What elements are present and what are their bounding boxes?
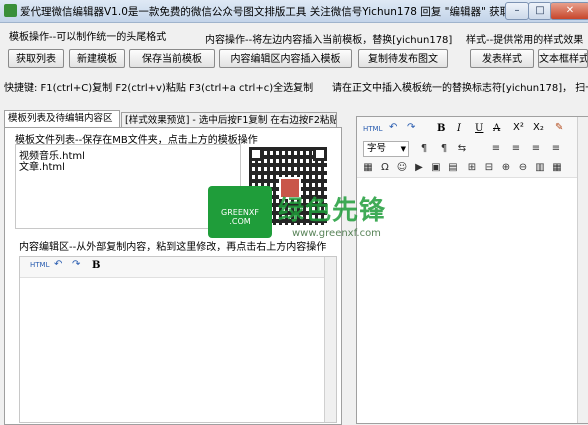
left-panel: 模板文件列表--保存在MB文件夹，点击上方的模板操作 视频音乐.html 文章.…: [4, 127, 342, 425]
watermark-logo: GREENXF .COM: [208, 186, 272, 238]
content-editor[interactable]: HTML ↶ ↷ B: [19, 256, 337, 423]
text-frame-style-button[interactable]: 文本框样式: [538, 49, 588, 68]
align-left-icon[interactable]: ≡: [489, 142, 503, 156]
copy-publish-button[interactable]: 复制待发布图文: [358, 49, 448, 68]
minimize-button[interactable]: –: [505, 2, 529, 20]
watermark-url: www.greenxf.com: [292, 228, 381, 239]
right-editor[interactable]: HTML ↶ ↷ B I U A X² X₂ ✎ 字号 ▼ ¶ ¶ ⇆ ≡ ≡ …: [356, 116, 588, 424]
table-icon[interactable]: ▦: [361, 161, 375, 175]
tab-style-preview[interactable]: [样式效果预览] - 选中后按F1复制 在右边按F2粘贴: [121, 112, 337, 128]
redo-icon[interactable]: ↷: [407, 122, 415, 133]
format-brush-icon[interactable]: ✎: [555, 122, 563, 133]
insert-table-icon[interactable]: ⊞: [465, 161, 479, 175]
html-source-icon[interactable]: HTML: [30, 261, 49, 269]
title-bar: 爱代理微信编辑器V1.0是一款免费的微信公众号图文排版工具 关注微信号Yichu…: [0, 0, 588, 23]
italic-icon[interactable]: I: [457, 123, 461, 134]
font-size-select[interactable]: 字号 ▼: [363, 141, 409, 157]
delete-row-icon[interactable]: ⊖: [516, 161, 530, 175]
placeholder-hint: 请在正文中插入模板统一的替换标志符[yichun178]， 扫一扫: [332, 83, 588, 94]
font-size-select-value: 字号: [367, 143, 387, 154]
image-icon[interactable]: ▣: [429, 161, 443, 175]
template-ops-label: 模板操作--可以制作统一的头尾格式: [9, 32, 167, 43]
list-item[interactable]: 文章.html: [19, 158, 65, 173]
window-title: 爱代理微信编辑器V1.0是一款免费的微信公众号图文排版工具 关注微信号Yichu…: [20, 6, 540, 18]
map-icon[interactable]: ▤: [446, 161, 460, 175]
right-editor-toolbar: HTML ↶ ↷ B I U A X² X₂ ✎ 字号 ▼ ¶ ¶ ⇆ ≡ ≡ …: [357, 117, 577, 178]
shortcut-hint: 快捷键: F1(ctrl+C)复制 F2(ctrl+v)粘贴 F3(ctrl+a…: [4, 83, 314, 94]
qr-corner: [249, 147, 263, 161]
insert-content-button[interactable]: 内容编辑区内容插入模板: [219, 49, 352, 68]
align-right-icon[interactable]: ≡: [529, 142, 543, 156]
qr-corner: [313, 147, 327, 161]
scrollbar[interactable]: [577, 117, 588, 423]
insert-row-icon[interactable]: ⊕: [499, 161, 513, 175]
delete-table-icon[interactable]: ⊟: [482, 161, 496, 175]
content-editor-label: 内容编辑区--从外部复制内容，粘到这里修改，再点击右上方内容操作: [19, 242, 327, 253]
publish-style-button[interactable]: 发表样式: [470, 49, 534, 68]
app-icon: [4, 4, 17, 17]
superscript-icon[interactable]: X²: [513, 122, 524, 133]
undo-icon[interactable]: ↶: [389, 122, 397, 133]
emoticon-icon[interactable]: ☺: [395, 161, 409, 175]
paragraph-rtl-icon[interactable]: ¶: [437, 142, 451, 156]
scrollbar[interactable]: [324, 257, 336, 422]
paragraph-ltr-icon[interactable]: ¶: [417, 142, 431, 156]
maximize-button[interactable]: □: [528, 2, 552, 20]
video-icon[interactable]: ▶: [412, 161, 426, 175]
tab-template-list[interactable]: 模板列表及待编辑内容区: [4, 110, 120, 128]
content-ops-label: 内容操作--将左边内容插入当前模板，替换[yichun178]: [205, 35, 453, 46]
new-template-button[interactable]: 新建模板: [69, 49, 125, 68]
redo-icon[interactable]: ↷: [72, 259, 80, 270]
underline-icon[interactable]: U: [475, 123, 483, 134]
content-editor-toolbar: HTML ↶ ↷ B: [20, 257, 324, 278]
close-button[interactable]: ✕: [550, 2, 588, 20]
insert-col-icon[interactable]: ▥: [533, 161, 547, 175]
bold-icon[interactable]: B: [92, 260, 100, 271]
align-justify-icon[interactable]: ≡: [549, 142, 563, 156]
special-char-icon[interactable]: Ω: [378, 161, 392, 175]
chevron-down-icon: ▼: [400, 145, 406, 153]
html-source-icon[interactable]: HTML: [363, 125, 382, 133]
fetch-list-button[interactable]: 获取列表: [8, 49, 64, 68]
strikethrough-icon[interactable]: A: [493, 123, 500, 134]
bold-icon[interactable]: B: [437, 123, 445, 134]
undo-icon[interactable]: ↶: [54, 259, 62, 270]
merge-cells-icon[interactable]: ▦: [550, 161, 564, 175]
indent-icon[interactable]: ⇆: [455, 142, 469, 156]
align-center-icon[interactable]: ≡: [509, 142, 523, 156]
subscript-icon[interactable]: X₂: [533, 122, 544, 133]
watermark-text: 绿色先锋: [278, 196, 387, 226]
style-ops-label: 样式--提供常用的样式效果: [466, 35, 584, 46]
save-template-button[interactable]: 保存当前模板: [129, 49, 215, 68]
